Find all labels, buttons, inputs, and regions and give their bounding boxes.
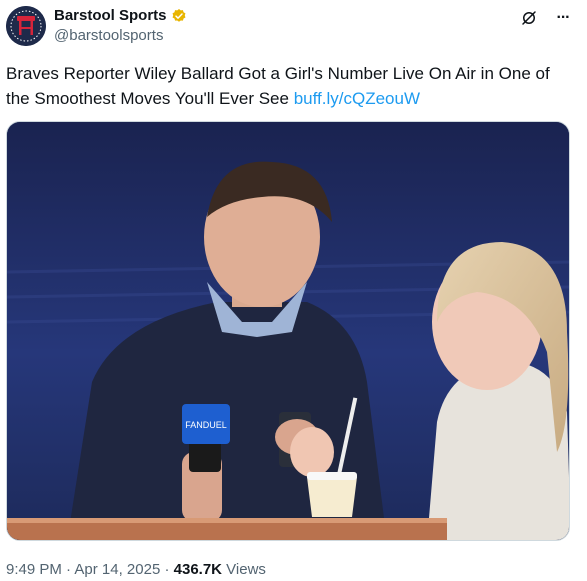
tweet-body: Braves Reporter Wiley Ballard Got a Girl…	[6, 64, 550, 108]
avatar[interactable]	[6, 6, 46, 46]
views-label: Views	[222, 561, 266, 578]
views-count: 436.7K	[173, 561, 223, 578]
barstool-logo-icon	[6, 6, 46, 46]
tweet-date[interactable]: Apr 14, 2025	[74, 561, 160, 578]
grok-icon[interactable]	[519, 8, 539, 28]
more-icon[interactable]: ···	[553, 8, 573, 28]
photo-illustration: FANDUEL	[7, 122, 569, 540]
verified-badge-icon	[171, 8, 187, 24]
tweet-meta: 9:49 PM · Apr 14, 2025 · 436.7K Views	[6, 561, 266, 578]
tweet-time[interactable]: 9:49 PM	[6, 561, 62, 578]
author-handle[interactable]: @barstoolsports	[54, 27, 163, 44]
tweet-link[interactable]: buff.ly/cQZeouW	[294, 89, 420, 108]
mic-flag-text: FANDUEL	[185, 420, 227, 430]
author-display-name[interactable]: Barstool Sports	[54, 7, 167, 24]
tweet-text: Braves Reporter Wiley Ballard Got a Girl…	[6, 61, 576, 111]
meta-separator-2: ·	[160, 561, 174, 578]
tweet-media-photo[interactable]: FANDUEL	[6, 121, 570, 541]
meta-separator-1: ·	[61, 561, 75, 578]
